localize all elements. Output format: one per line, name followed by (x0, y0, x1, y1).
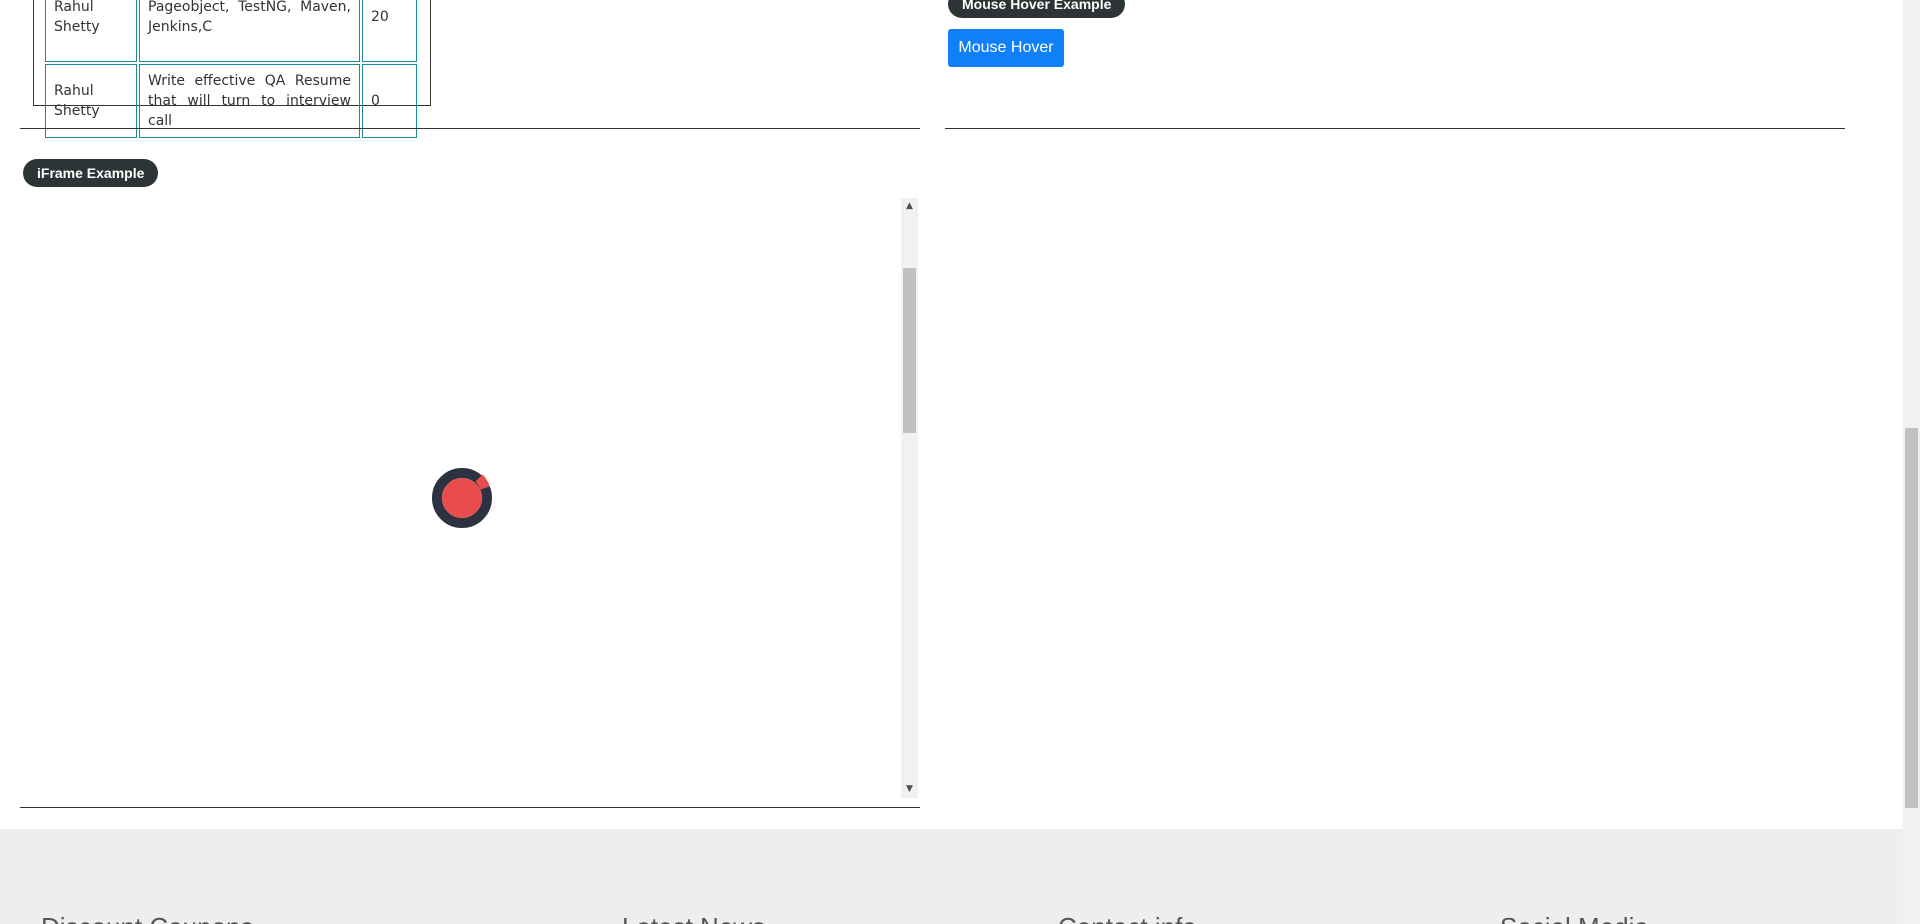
scroll-up-icon[interactable]: ▲ (901, 198, 918, 215)
footer-heading-social-media: Social Media (1500, 912, 1649, 924)
footer-heading-discount-coupons: Discount Coupons (41, 912, 253, 924)
table-row: Rahul Shetty Write effective QA Resume t… (45, 64, 417, 138)
table-cell-price: 0 (362, 64, 417, 138)
table-cell-price: 20 (362, 0, 417, 62)
footer-heading-latest-news: Latest News (622, 912, 765, 924)
scroll-down-icon[interactable]: ▼ (901, 781, 918, 798)
footer: Discount Coupons Latest News Contact inf… (0, 829, 1903, 924)
iframe-scroll-thumb[interactable] (903, 268, 916, 433)
web-table: Rahul Shetty Pageobject, TestNG, Maven, … (43, 0, 419, 140)
page-scrollbar[interactable] (1903, 0, 1920, 924)
section-divider (20, 128, 920, 129)
section-divider (945, 128, 1845, 129)
footer-heading-contact-info: Contact info (1058, 912, 1197, 924)
table-cell-course: Write effective QA Resume that will turn… (139, 64, 360, 138)
courses-iframe[interactable]: ▲ ▼ (20, 198, 918, 798)
table-cell-instructor: Rahul Shetty (45, 0, 137, 62)
table-row: Rahul Shetty Pageobject, TestNG, Maven, … (45, 0, 417, 62)
table-cell-course: Pageobject, TestNG, Maven, Jenkins,C (139, 0, 360, 62)
mouse-hover-legend: Mouse Hover Example (948, 0, 1126, 18)
section-divider (20, 807, 920, 808)
iframe-legend: iFrame Example (23, 159, 159, 187)
page-scroll-thumb[interactable] (1905, 428, 1918, 808)
web-table-container: Rahul Shetty Pageobject, TestNG, Maven, … (33, 0, 431, 138)
practice-page: Rahul Shetty Pageobject, TestNG, Maven, … (0, 0, 1920, 924)
table-cell-instructor: Rahul Shetty (45, 64, 137, 138)
spinner-icon (432, 468, 492, 528)
mouse-hover-button[interactable]: Mouse Hover (948, 29, 1064, 67)
iframe-scrollbar[interactable]: ▲ ▼ (901, 198, 918, 798)
